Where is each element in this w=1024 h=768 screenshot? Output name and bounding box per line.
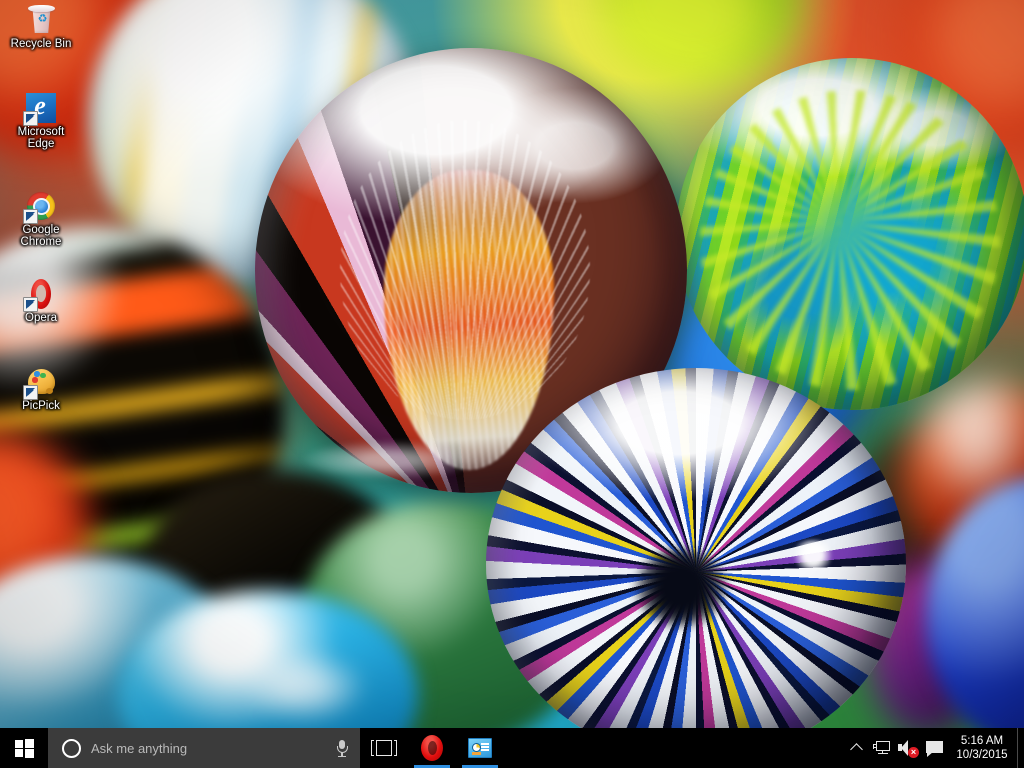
speaker-muted-icon: × xyxy=(898,740,918,756)
desktop-icon-label: Recycle Bin xyxy=(11,38,72,50)
chevron-up-icon xyxy=(850,743,863,756)
clock[interactable]: 5:16 AM 10/3/2015 xyxy=(947,728,1017,768)
desktop-icon-label: Opera xyxy=(25,312,57,324)
wallpaper-marble-green-swirl xyxy=(700,90,1000,390)
wallpaper-marble-spiral-glint xyxy=(790,540,836,570)
action-center-button[interactable] xyxy=(921,728,947,768)
clock-time: 5:16 AM xyxy=(961,735,1003,748)
shortcut-arrow-icon xyxy=(23,385,38,400)
desktop-icon-label: PicPick xyxy=(22,400,60,412)
desktop-icon-google-chrome[interactable]: Google Chrome xyxy=(4,190,78,249)
taskbar: Ask me anything xyxy=(0,728,1024,768)
microsoft-edge-icon: e xyxy=(25,92,57,124)
desktop-icon-microsoft-edge[interactable]: e Microsoft Edge xyxy=(4,92,78,151)
system-tray: × 5:16 AM 10/3/2015 xyxy=(843,728,1024,768)
wallpaper-marble-center-threads xyxy=(340,120,590,420)
google-chrome-icon xyxy=(25,190,57,222)
cortana-circle-icon[interactable] xyxy=(62,739,81,758)
show-desktop-button[interactable] xyxy=(1017,728,1024,768)
wallpaper-marble-spiral-core xyxy=(636,548,726,626)
wallpaper-marble-center-glint xyxy=(300,440,480,480)
desktop-icon-recycle-bin[interactable]: ♻ Recycle Bin xyxy=(4,4,78,50)
shortcut-arrow-icon xyxy=(23,297,38,312)
mute-badge: × xyxy=(908,747,919,758)
desktop-icon-label: Microsoft Edge xyxy=(4,126,78,151)
taskbar-empty-area[interactable] xyxy=(504,728,843,768)
network-monitor-icon xyxy=(873,741,891,756)
desktop-icon-grid: ♻ Recycle Bin e Microsoft Edge Google Ch… xyxy=(0,0,120,700)
network-button[interactable] xyxy=(869,728,895,768)
task-view-button[interactable] xyxy=(360,728,408,768)
opera-icon xyxy=(421,735,443,761)
opera-icon xyxy=(25,278,57,310)
shortcut-arrow-icon xyxy=(23,209,38,224)
picpick-icon xyxy=(25,366,57,398)
recycle-bin-icon: ♻ xyxy=(25,4,57,36)
task-view-icon xyxy=(371,740,397,756)
presentation-icon xyxy=(468,738,492,758)
volume-button[interactable]: × xyxy=(895,728,921,768)
desktop[interactable]: ♻ Recycle Bin e Microsoft Edge Google Ch… xyxy=(0,0,1024,768)
desktop-wallpaper xyxy=(0,0,1024,768)
desktop-icon-picpick[interactable]: PicPick xyxy=(4,366,78,412)
start-button[interactable] xyxy=(0,728,48,768)
taskbar-app-opera[interactable] xyxy=(408,728,456,768)
windows-logo-icon xyxy=(15,739,34,758)
show-hidden-icons-button[interactable] xyxy=(843,728,869,768)
search-input[interactable]: Ask me anything xyxy=(48,728,360,768)
action-center-icon xyxy=(926,741,943,756)
shortcut-arrow-icon xyxy=(23,111,38,126)
taskbar-app-presentation[interactable] xyxy=(456,728,504,768)
desktop-icon-opera[interactable]: Opera xyxy=(4,278,78,324)
clock-date: 10/3/2015 xyxy=(956,749,1007,762)
search-placeholder: Ask me anything xyxy=(91,741,324,756)
microphone-icon[interactable] xyxy=(334,738,350,758)
desktop-icon-label: Google Chrome xyxy=(4,224,78,249)
